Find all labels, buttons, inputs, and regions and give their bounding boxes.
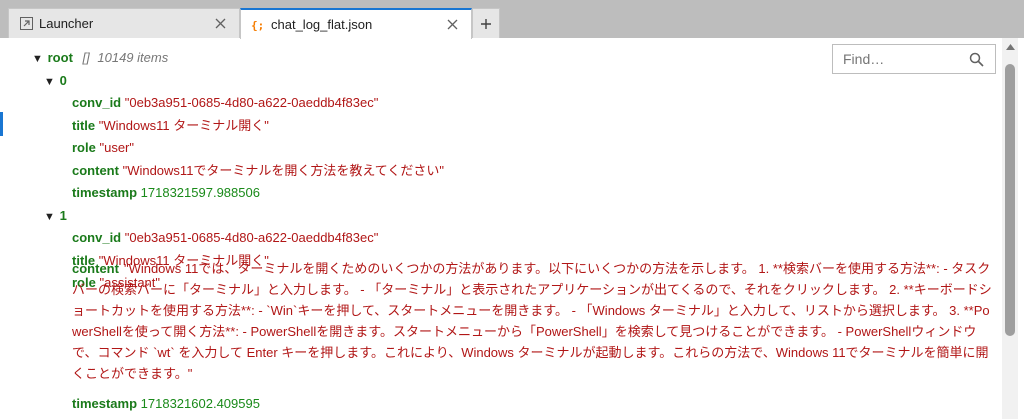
- vertical-scrollbar[interactable]: [1002, 38, 1018, 419]
- field-row: timestamp 1718321602.409595: [72, 394, 260, 414]
- field-key: timestamp: [72, 185, 138, 200]
- tree-index: 0: [59, 73, 67, 88]
- field-value: "0eb3a951-0685-4d80-a622-0aeddb4f83ec": [124, 230, 379, 245]
- scroll-up-arrow-icon[interactable]: [1002, 40, 1018, 54]
- field-row: role "user": [72, 138, 134, 158]
- launcher-icon: [19, 17, 33, 31]
- field-value: "Windows11 ターミナル開く": [98, 118, 269, 133]
- field-value: "Windows 11では、ターミナルを開くためのいくつかの方法があります。以下…: [72, 261, 992, 381]
- json-file-icon: {;}: [251, 18, 265, 32]
- field-key: conv_id: [72, 95, 122, 110]
- json-viewer: ▼ root [] 10149 items ▼ 0 conv_id "0eb3a…: [0, 38, 1024, 419]
- tree-bracket: []: [82, 50, 90, 65]
- close-icon[interactable]: [213, 16, 227, 30]
- field-row: conv_id "0eb3a951-0685-4d80-a622-0aeddb4…: [72, 228, 378, 248]
- tab-chat-log-json[interactable]: {;} chat_log_flat.json: [240, 8, 472, 39]
- field-key: role: [72, 140, 96, 155]
- field-row-content: content "Windows 11では、ターミナルを開くためのいくつかの方法が…: [72, 258, 994, 384]
- field-value: "user": [99, 140, 134, 155]
- tab-bar: Launcher {;} chat_log_flat.json: [0, 0, 1024, 39]
- close-icon[interactable]: [445, 17, 459, 31]
- field-key: content: [72, 261, 119, 276]
- field-key: title: [72, 118, 96, 133]
- field-value: 1718321602.409595: [140, 396, 260, 411]
- svg-text:{;}: {;}: [251, 19, 265, 32]
- tree-item-row[interactable]: ▼ 0: [44, 71, 67, 92]
- caret-down-icon[interactable]: ▼: [44, 207, 56, 227]
- field-key: conv_id: [72, 230, 122, 245]
- field-row: content "Windows11でターミナルを開く方法を教えてください": [72, 161, 444, 181]
- tab-launcher[interactable]: Launcher: [8, 8, 240, 38]
- field-row: timestamp 1718321597.988506: [72, 183, 260, 203]
- add-tab-button[interactable]: [472, 8, 500, 38]
- field-value: "Windows11でターミナルを開く方法を教えてください": [122, 163, 444, 178]
- item-count: 10149 items: [97, 50, 169, 65]
- tree-index: 1: [59, 208, 67, 223]
- tree-item-row[interactable]: ▼ 1: [44, 206, 67, 227]
- caret-down-icon[interactable]: ▼: [44, 72, 56, 92]
- tab-label: Launcher: [39, 16, 94, 31]
- field-row: conv_id "0eb3a951-0685-4d80-a622-0aeddb4…: [72, 93, 378, 113]
- field-key: timestamp: [72, 396, 138, 411]
- field-key: content: [72, 163, 119, 178]
- tab-label: chat_log_flat.json: [271, 17, 373, 32]
- field-value: 1718321597.988506: [140, 185, 260, 200]
- scrollbar-thumb[interactable]: [1005, 64, 1015, 336]
- search-icon[interactable]: [967, 50, 985, 68]
- field-row: title "Windows11 ターミナル開く": [72, 116, 269, 136]
- find-input[interactable]: [833, 51, 961, 67]
- find-box: [832, 44, 996, 74]
- plus-icon: [481, 18, 491, 29]
- caret-down-icon[interactable]: ▼: [32, 49, 44, 69]
- tree-root-row[interactable]: ▼ root [] 10149 items: [32, 48, 168, 69]
- field-value: "0eb3a951-0685-4d80-a622-0aeddb4f83ec": [124, 95, 379, 110]
- tree-key: root: [47, 50, 73, 65]
